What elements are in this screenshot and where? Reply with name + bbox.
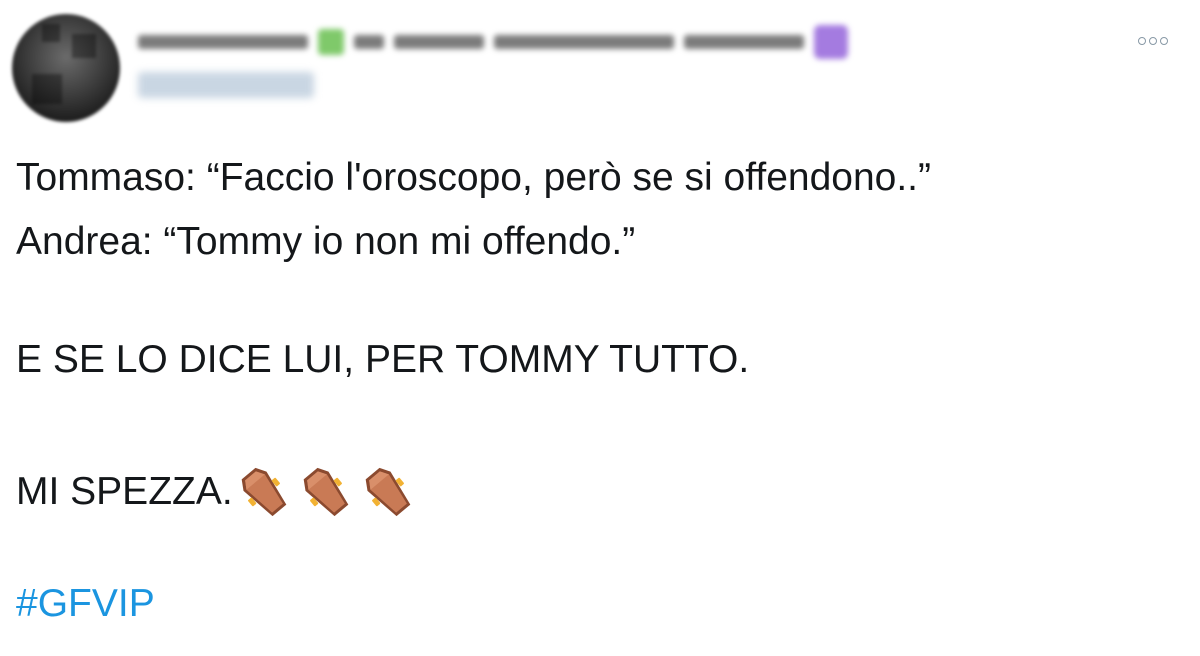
tweet-text-line-3: E SE LO DICE LUI, PER TOMMY TUTTO. — [16, 338, 750, 381]
hashtag-link[interactable]: #GFVIP — [16, 582, 155, 626]
tweet-text-line-4-label: MI SPEZZA. — [16, 470, 233, 513]
author-handle-redacted[interactable] — [138, 72, 314, 98]
tweet-text-line-2: Andrea: “Tommy io non mi offendo.” — [16, 220, 636, 263]
tweet-text-line-1: Tommaso: “Faccio l'oroscopo, però se si … — [16, 156, 931, 199]
author-name-redacted[interactable] — [138, 25, 858, 59]
coffin-icon — [235, 464, 293, 520]
avatar[interactable] — [12, 14, 120, 122]
more-horizontal-icon[interactable] — [1138, 34, 1178, 48]
coffin-icon — [359, 464, 417, 520]
tweet-card: Tommaso: “Faccio l'oroscopo, però se si … — [0, 0, 1200, 656]
coffin-icon — [297, 464, 355, 520]
tweet-text-line-4: MI SPEZZA. — [16, 464, 417, 520]
coffin-emojis — [235, 464, 417, 520]
